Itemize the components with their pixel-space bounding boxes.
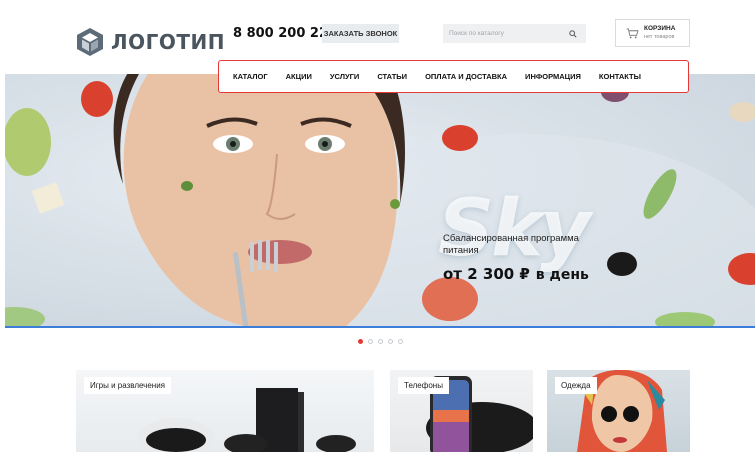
nav-item-catalog[interactable]: КАТАЛОГ <box>233 72 268 81</box>
category-card-games[interactable]: Игры и развлечения <box>76 370 374 452</box>
hero-price-value: от 2 300 ₽ <box>443 265 530 283</box>
search-input[interactable] <box>449 30 569 37</box>
hero-illustration <box>5 74 755 327</box>
cart-info: КОРЗИНА нет товаров <box>644 25 675 41</box>
slider-dot[interactable] <box>378 339 383 344</box>
cart-subtitle: нет товаров <box>644 34 675 40</box>
cart-title: КОРЗИНА <box>644 25 676 32</box>
search-box[interactable] <box>443 24 586 43</box>
slider-dot[interactable] <box>388 339 393 344</box>
nav-item-services[interactable]: УСЛУГИ <box>330 72 359 81</box>
category-label: Одежда <box>555 377 597 394</box>
callback-button[interactable]: ЗАКАЗАТЬ ЗВОНОК <box>322 24 399 43</box>
category-label: Телефоны <box>398 377 449 394</box>
category-card-clothing[interactable]: Одежда <box>547 370 690 452</box>
category-label: Игры и развлечения <box>84 377 172 394</box>
nav-item-contacts[interactable]: КОНТАКТЫ <box>599 72 641 81</box>
slider-dot[interactable] <box>358 339 363 344</box>
cart-icon <box>626 27 639 38</box>
nav-item-payment-delivery[interactable]: ОПЛАТА И ДОСТАВКА <box>425 72 507 81</box>
slider-dots <box>358 339 408 344</box>
logo[interactable]: ЛОГОТИП <box>76 27 225 57</box>
category-card-phones[interactable]: Телефоны <box>390 370 533 452</box>
nav-item-articles[interactable]: СТАТЬИ <box>377 72 407 81</box>
nav-item-promotions[interactable]: АКЦИИ <box>286 72 312 81</box>
hero-price: от 2 300 ₽ в день <box>443 264 589 284</box>
cube-logo-icon <box>77 28 103 56</box>
cart-button[interactable]: КОРЗИНА нет товаров <box>615 19 690 47</box>
slider-dot[interactable] <box>368 339 373 344</box>
slider-dot[interactable] <box>398 339 403 344</box>
main-nav: КАТАЛОГ АКЦИИ УСЛУГИ СТАТЬИ ОПЛАТА И ДОС… <box>218 60 689 93</box>
hero-accent-line <box>5 326 755 328</box>
search-icon[interactable] <box>569 29 577 38</box>
nav-item-information[interactable]: ИНФОРМАЦИЯ <box>525 72 581 81</box>
hero-banner[interactable]: Sky <box>5 74 755 327</box>
logo-text: ЛОГОТИП <box>111 30 225 54</box>
hero-brand: Sky <box>438 184 591 274</box>
hero-price-suffix: в день <box>535 267 589 283</box>
hero-subtitle: Сбалансированная программа питания <box>443 233 579 256</box>
